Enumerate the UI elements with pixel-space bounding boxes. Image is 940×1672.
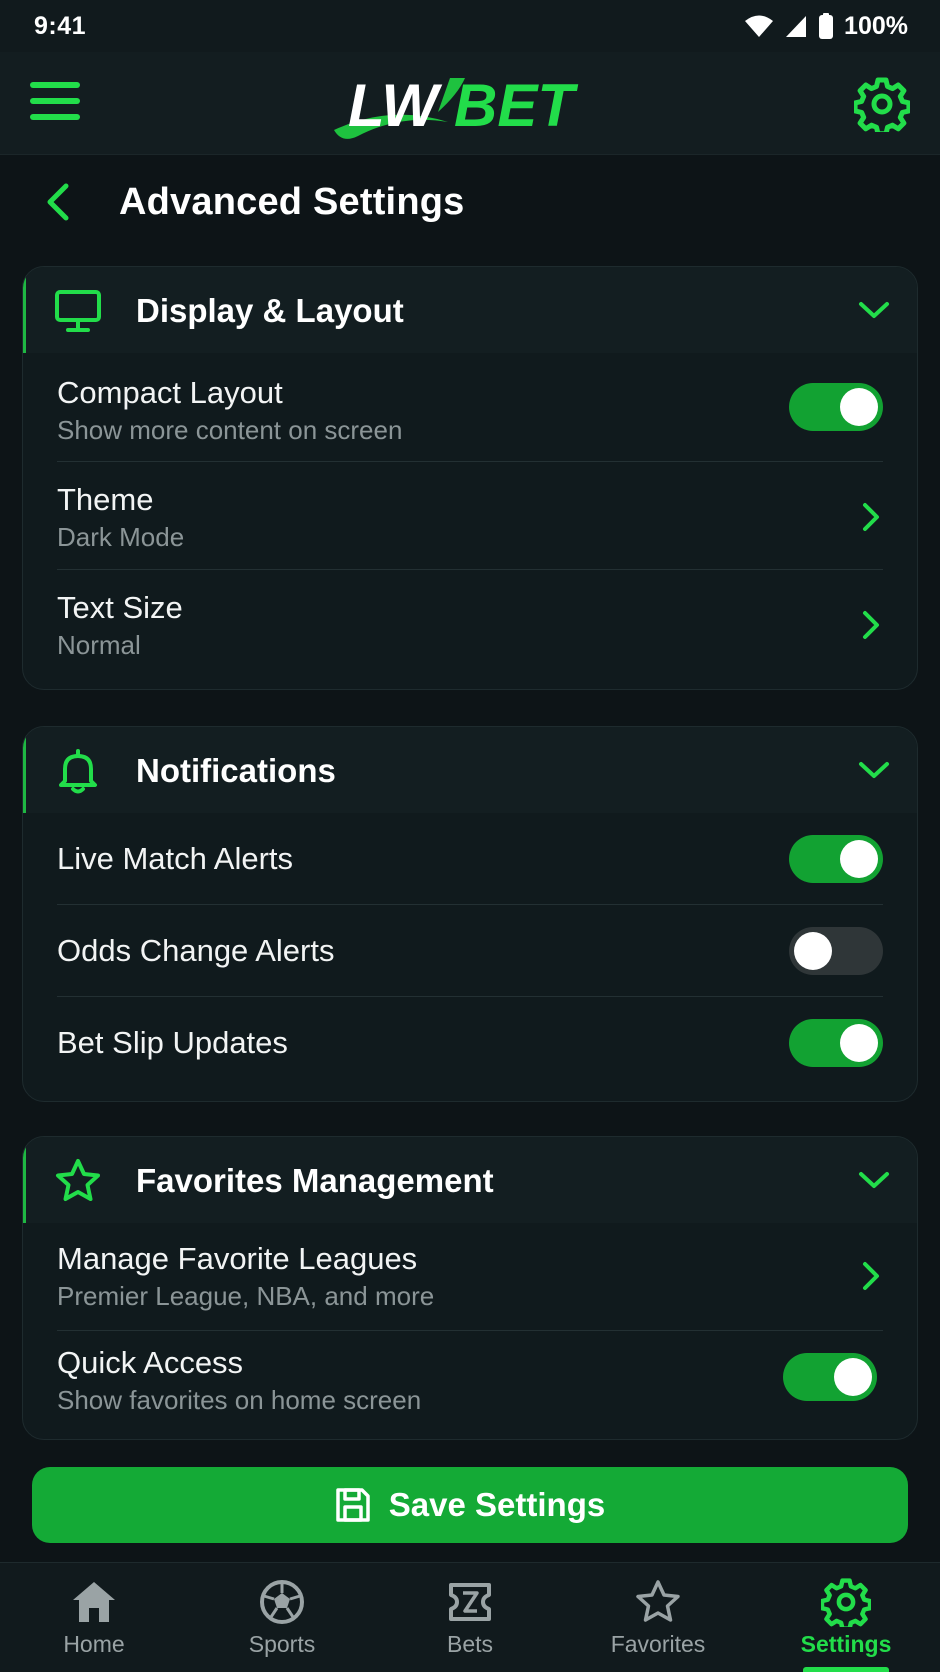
- compact-layout-row: Compact Layout Show more content on scre…: [57, 353, 883, 462]
- manage-favorite-leagues-description: Premier League, NBA, and more: [57, 1281, 435, 1311]
- floppy-disk-icon: [336, 1488, 370, 1522]
- page-title-row: Advanced Settings: [0, 160, 940, 244]
- signal-icon: [786, 16, 807, 37]
- bet-slip-updates-label: Bet Slip Updates: [57, 1025, 288, 1060]
- live-match-alerts-row: Live Match Alerts: [57, 813, 883, 905]
- page-title: Advanced Settings: [119, 181, 465, 223]
- bottom-navigation: Home Sports Bets Favorites Settings: [0, 1562, 940, 1672]
- odds-change-alerts-toggle[interactable]: [789, 927, 883, 975]
- theme-value: Dark Mode: [57, 522, 185, 552]
- nav-label: Settings: [800, 1631, 892, 1657]
- section-title: Notifications: [136, 752, 336, 789]
- live-match-alerts-label: Live Match Alerts: [57, 841, 294, 876]
- live-match-alerts-toggle[interactable]: [789, 835, 883, 883]
- chevron-down-icon[interactable]: [857, 755, 891, 785]
- gear-icon: [821, 1578, 871, 1627]
- bell-icon: [59, 749, 97, 794]
- nav-item-bets[interactable]: Bets: [376, 1563, 564, 1672]
- active-tab-indicator: [803, 1667, 889, 1672]
- logo-text-lw: LW: [348, 72, 442, 139]
- section-title: Favorites Management: [136, 1162, 494, 1199]
- manage-favorite-leagues-label: Manage Favorite Leagues: [57, 1241, 418, 1276]
- wifi-icon: [745, 15, 774, 37]
- home-icon: [73, 1582, 115, 1622]
- favorites-management-card: Favorites Management Manage Favorite Lea…: [22, 1136, 918, 1440]
- battery-icon: [819, 13, 834, 39]
- text-size-label: Text Size: [57, 590, 183, 625]
- quick-access-toggle[interactable]: [783, 1353, 877, 1401]
- status-bar: 9:41 100%: [0, 0, 940, 52]
- manage-favorite-leagues-row[interactable]: Manage Favorite Leagues Premier League, …: [57, 1223, 883, 1331]
- theme-label: Theme: [57, 482, 154, 517]
- chevron-down-icon[interactable]: [857, 295, 891, 325]
- notifications-header[interactable]: Notifications: [23, 727, 917, 813]
- quick-access-description: Show favorites on home screen: [57, 1385, 422, 1415]
- chevron-right-icon[interactable]: [859, 500, 883, 534]
- bet-slip-updates-toggle[interactable]: [789, 1019, 883, 1067]
- display-layout-card: Display & Layout Compact Layout Show mor…: [22, 266, 918, 690]
- section-title: Display & Layout: [136, 292, 404, 329]
- compact-layout-toggle[interactable]: [789, 383, 883, 431]
- bet-slip-updates-row: Bet Slip Updates: [57, 997, 883, 1097]
- notifications-card: Notifications Live Match Alerts Odds Cha…: [22, 726, 918, 1102]
- text-size-value: Normal: [57, 630, 141, 660]
- monitor-icon: [55, 290, 101, 332]
- save-settings-button[interactable]: Save Settings: [32, 1467, 908, 1543]
- back-chevron-icon[interactable]: [38, 180, 82, 224]
- quick-access-row: Quick Access Show favorites on home scre…: [57, 1331, 883, 1437]
- nav-item-sports[interactable]: Sports: [188, 1563, 376, 1672]
- favorites-management-header[interactable]: Favorites Management: [23, 1137, 917, 1223]
- chevron-right-icon[interactable]: [859, 608, 883, 642]
- save-settings-label: Save Settings: [388, 1486, 606, 1523]
- star-icon: [636, 1580, 680, 1622]
- nav-item-home[interactable]: Home: [0, 1563, 188, 1672]
- star-icon: [56, 1159, 100, 1201]
- logo-text-bet: BET: [454, 72, 578, 139]
- hamburger-menu-button[interactable]: [30, 82, 82, 126]
- quick-access-label: Quick Access: [57, 1345, 244, 1380]
- ticket-icon: [449, 1583, 491, 1621]
- soccer-ball-icon: [260, 1580, 304, 1624]
- nav-label: Favorites: [610, 1631, 706, 1657]
- status-time: 9:41: [34, 11, 87, 40]
- odds-change-alerts-label: Odds Change Alerts: [57, 933, 335, 968]
- nav-item-settings[interactable]: Settings: [752, 1563, 940, 1672]
- display-layout-header[interactable]: Display & Layout: [23, 267, 917, 353]
- battery-percentage: 100%: [844, 11, 908, 40]
- compact-layout-description: Show more content on screen: [57, 415, 403, 445]
- chevron-right-icon[interactable]: [859, 1259, 883, 1293]
- compact-layout-label: Compact Layout: [57, 375, 283, 410]
- gear-icon[interactable]: [854, 76, 910, 132]
- nav-label: Bets: [446, 1631, 494, 1657]
- nav-label: Sports: [248, 1631, 316, 1657]
- text-size-row[interactable]: Text Size Normal: [57, 570, 883, 686]
- theme-row[interactable]: Theme Dark Mode: [57, 462, 883, 570]
- odds-change-alerts-row: Odds Change Alerts: [57, 905, 883, 997]
- nav-label: Home: [63, 1631, 125, 1657]
- app-header: LW BET: [0, 52, 940, 155]
- lwbet-logo: LW BET: [334, 72, 578, 139]
- chevron-down-icon[interactable]: [857, 1165, 891, 1195]
- status-indicators: 100%: [744, 12, 908, 41]
- nav-item-favorites[interactable]: Favorites: [564, 1563, 752, 1672]
